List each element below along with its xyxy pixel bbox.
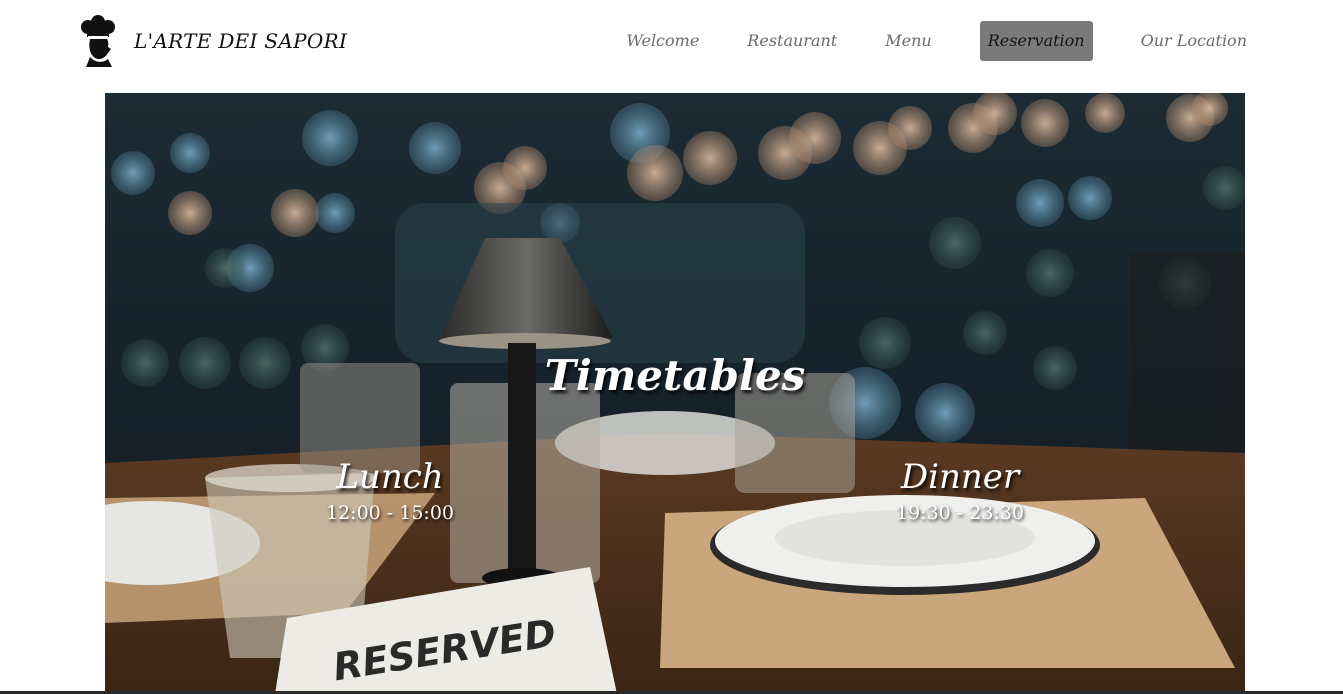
nav-item-welcome[interactable]: Welcome (626, 21, 699, 61)
lunch-label: Lunch (336, 457, 444, 497)
nav-item-menu[interactable]: Menu (885, 21, 931, 61)
nav-item-our-location[interactable]: Our Location (1141, 21, 1247, 61)
dinner-hours: 19:30 - 23:30 (895, 502, 1024, 525)
main-nav: Welcome Restaurant Menu Reservation Our … (626, 21, 1247, 61)
dinner-label: Dinner (900, 457, 1020, 497)
nav-item-reservation[interactable]: Reservation (979, 21, 1093, 61)
brand-link[interactable]: L'ARTE DEI SAPORI (78, 14, 347, 68)
lunch-hours: 12:00 - 15:00 (325, 502, 454, 525)
lunch-timetable: Lunch 12:00 - 15:00 (240, 457, 540, 525)
brand-name: L'ARTE DEI SAPORI (134, 29, 348, 53)
hero-section: RESERVED Timetables Lunch 12:00 - 15:00 … (105, 93, 1245, 694)
page: L'ARTE DEI SAPORI Welcome Restaurant Men… (0, 0, 1343, 694)
site-header: L'ARTE DEI SAPORI Welcome Restaurant Men… (0, 0, 1343, 82)
nav-item-restaurant[interactable]: Restaurant (747, 21, 837, 61)
timetables-title: Timetables (544, 351, 806, 400)
dinner-timetable: Dinner 19:30 - 23:30 (810, 457, 1110, 525)
chef-silhouette-icon (81, 15, 115, 67)
